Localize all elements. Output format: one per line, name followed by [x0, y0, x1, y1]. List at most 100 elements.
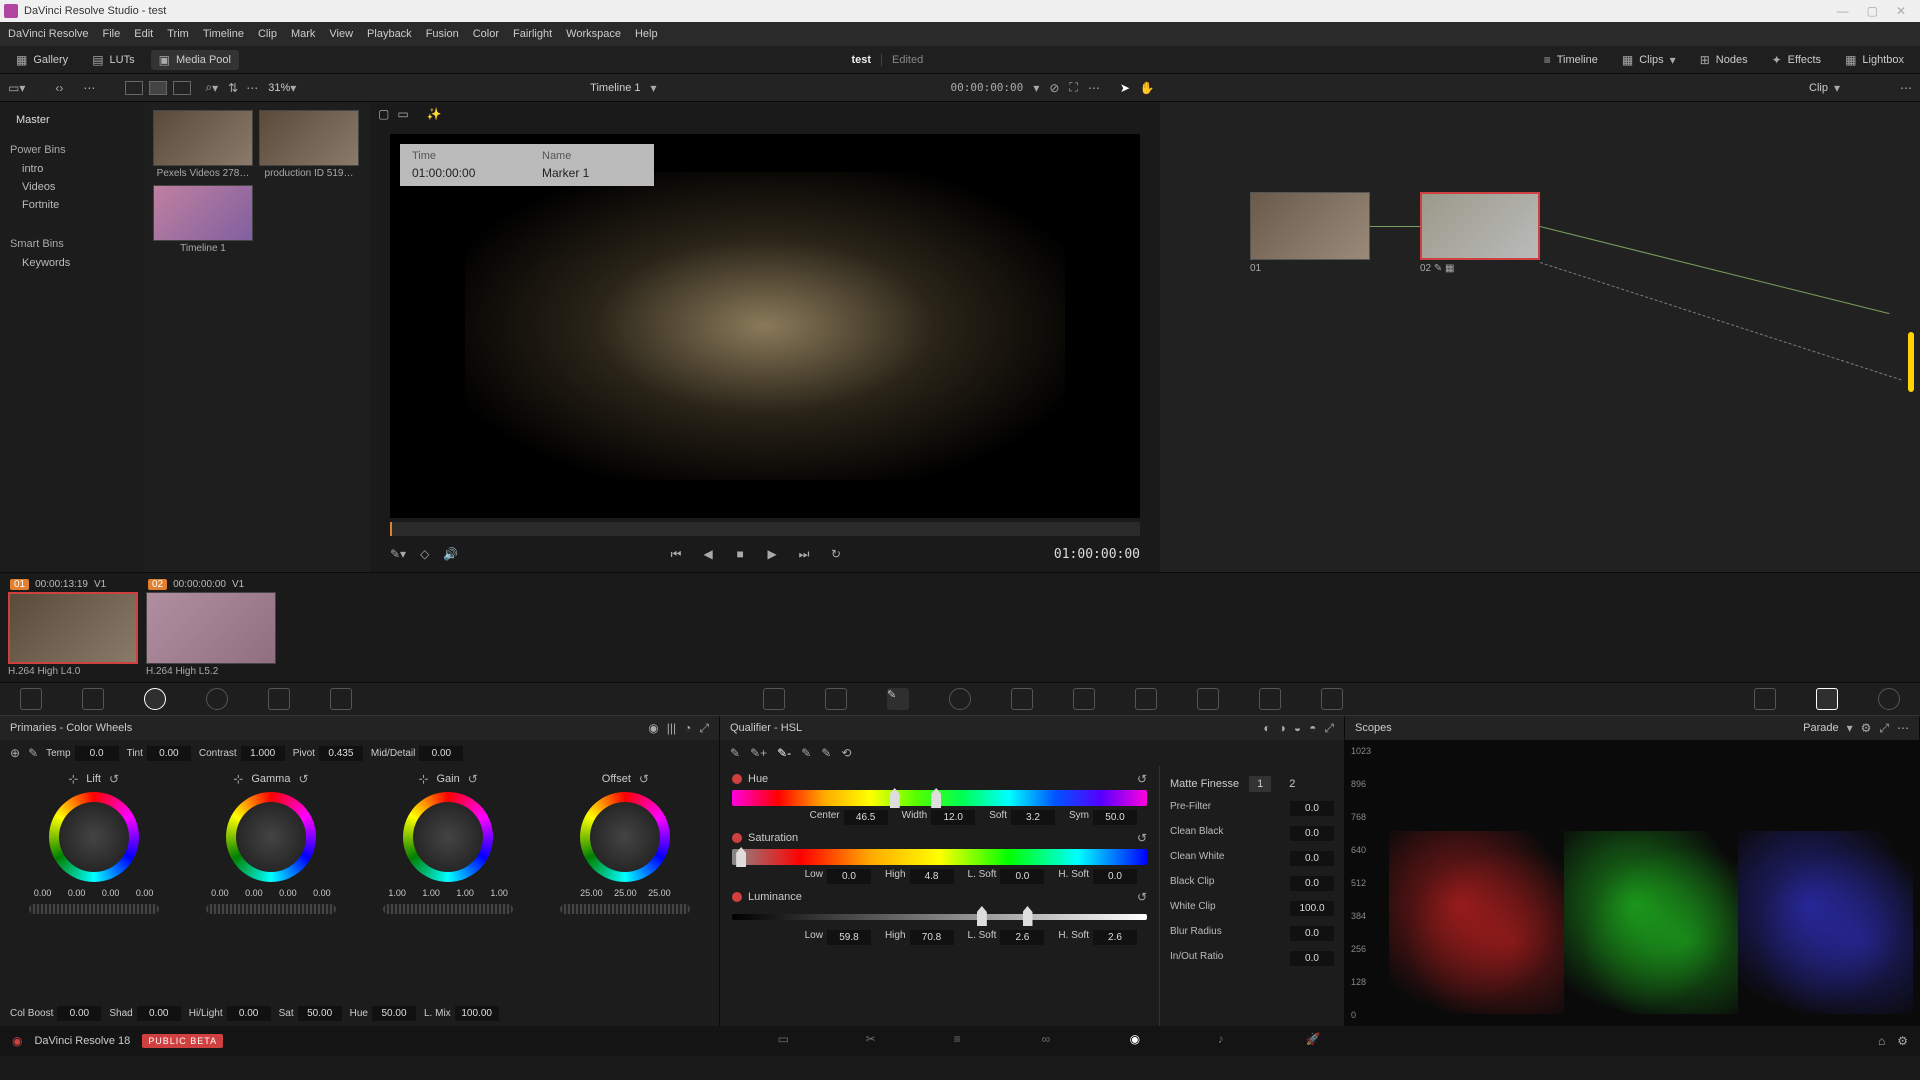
rgb-mixer-icon[interactable] [268, 688, 290, 710]
clip-thumb[interactable]: 0200:00:00:00V1 H.264 High L5.2 [146, 577, 276, 678]
magic-mask-icon[interactable] [1073, 688, 1095, 710]
page-media-icon[interactable]: ▭ [778, 1032, 796, 1050]
chevron-down-icon[interactable]: ▾ [651, 81, 657, 95]
lift-wheel[interactable] [49, 792, 139, 882]
color-wheels-icon[interactable] [144, 688, 166, 710]
expand-icon[interactable]: ⤢ [1324, 721, 1334, 736]
next-button[interactable]: ⏭ [795, 545, 813, 563]
expand-icon[interactable]: ⤢ [1879, 721, 1889, 736]
matte-tab-2[interactable]: 2 [1281, 776, 1303, 792]
log-mode-icon[interactable]: ◔ [684, 721, 691, 735]
menu-file[interactable]: File [103, 28, 121, 40]
cleanblack-value[interactable]: 0.0 [1290, 826, 1334, 841]
chevron-down-icon[interactable]: ▾ [1834, 81, 1840, 95]
menu-clip[interactable]: Clip [258, 28, 277, 40]
scope-settings-icon[interactable]: ⚙ [1861, 721, 1872, 735]
menu-davinci[interactable]: DaVinci Resolve [8, 28, 89, 40]
sat-value[interactable]: 50.00 [298, 1006, 342, 1021]
bin-videos[interactable]: Videos [8, 178, 137, 196]
picker-icon[interactable]: ⊹ [68, 772, 78, 786]
page-fusion-icon[interactable]: ∞ [1042, 1032, 1060, 1050]
sat-toggle[interactable] [732, 833, 742, 843]
bars-mode-icon[interactable]: ||| [667, 721, 676, 735]
hue-center[interactable]: 46.5 [844, 810, 888, 825]
camera-raw-icon[interactable] [20, 688, 42, 710]
temp-value[interactable]: 0.0 [75, 746, 119, 761]
menu-view[interactable]: View [329, 28, 353, 40]
first-frame-button[interactable]: ⏮ [667, 545, 685, 563]
settings-icon[interactable]: ⚙ [1897, 1034, 1908, 1048]
reset-icon[interactable]: ↺ [639, 772, 649, 786]
bin-intro[interactable]: intro [8, 160, 137, 178]
zoom-label[interactable]: 31% [268, 82, 290, 94]
eyedrop-add-icon[interactable]: ✎+ [750, 746, 767, 760]
mini-timeline[interactable] [390, 522, 1140, 536]
lum-toggle[interactable] [732, 892, 742, 902]
clip-selector[interactable]: Clip [1809, 82, 1828, 94]
menu-timeline[interactable]: Timeline [203, 28, 244, 40]
sat-hsoft[interactable]: 0.0 [1093, 869, 1137, 884]
auto-balance-icon[interactable]: ⊕ [10, 746, 20, 760]
warper-icon[interactable] [825, 688, 847, 710]
tint-value[interactable]: 0.00 [147, 746, 191, 761]
search-icon[interactable]: ⌕ [205, 80, 212, 95]
nodes-button[interactable]: ⊞Nodes [1692, 50, 1756, 70]
chevron-down-icon[interactable]: ▾ [212, 81, 218, 95]
contrast-value[interactable]: 1.000 [241, 746, 285, 761]
inout-value[interactable]: 0.0 [1290, 951, 1334, 966]
page-edit-icon[interactable]: ≡ [954, 1032, 972, 1050]
media-thumb[interactable]: Pexels Videos 278… [153, 110, 253, 179]
timeline-button[interactable]: ≡Timeline [1536, 50, 1606, 70]
qualifier-icon[interactable]: ✎ [887, 688, 909, 710]
3d-icon[interactable] [1321, 688, 1343, 710]
lum-icon[interactable]: ◒ [1294, 721, 1301, 735]
wheel-mode-icon[interactable]: ◉ [648, 721, 658, 735]
lum-hsoft[interactable]: 2.6 [1093, 930, 1137, 945]
menu-fairlight[interactable]: Fairlight [513, 28, 552, 40]
menu-help[interactable]: Help [635, 28, 658, 40]
menu-workspace[interactable]: Workspace [566, 28, 621, 40]
timeline-name[interactable]: Timeline 1 [590, 82, 640, 94]
play-button[interactable]: ▶ [763, 545, 781, 563]
lum-lsoft[interactable]: 2.6 [1000, 930, 1044, 945]
gamma-jog[interactable] [206, 904, 336, 914]
page-cut-icon[interactable]: ✂ [866, 1032, 884, 1050]
lum-high[interactable]: 70.8 [910, 930, 954, 945]
more-icon[interactable]: ⋯ [1088, 81, 1100, 95]
scrollbar-thumb[interactable] [1908, 332, 1914, 392]
reset-icon[interactable]: ↺ [109, 772, 119, 786]
gamma-wheel[interactable] [226, 792, 316, 882]
minimize-icon[interactable]: — [1837, 4, 1849, 18]
node-01[interactable]: 01 [1250, 192, 1370, 274]
expand-icon[interactable]: ⤢ [699, 721, 709, 736]
prefilter-value[interactable]: 0.0 [1290, 801, 1334, 816]
luts-button[interactable]: ▤LUTs [84, 50, 142, 70]
node-02[interactable]: 02 ✎ ▦ [1420, 192, 1540, 274]
pick-white-icon[interactable]: ✎ [28, 746, 38, 760]
hsl-icon[interactable]: ◐ [1263, 721, 1270, 735]
hue-width[interactable]: 12.0 [931, 810, 975, 825]
close-icon[interactable]: ✕ [1896, 4, 1906, 18]
hue-value[interactable]: 50.00 [372, 1006, 416, 1021]
mediapool-button[interactable]: ▣Media Pool [151, 50, 239, 70]
clip-thumb[interactable]: 0100:00:13:19V1 H.264 High L4.0 [8, 577, 138, 678]
wand-icon[interactable]: ✨ [427, 107, 442, 121]
sat-high[interactable]: 4.8 [910, 869, 954, 884]
node-graph[interactable]: 01 02 ✎ ▦ [1160, 102, 1920, 572]
gain-wheel[interactable] [403, 792, 493, 882]
menu-edit[interactable]: Edit [134, 28, 153, 40]
scopes-mode[interactable]: Parade [1803, 722, 1838, 734]
page-color-icon[interactable]: ◉ [1130, 1032, 1148, 1050]
view-list-icon[interactable] [173, 81, 191, 95]
nav-fwd-icon[interactable]: › [59, 81, 63, 95]
middetail-value[interactable]: 0.00 [419, 746, 463, 761]
bypass-icon[interactable]: ⊘ [1049, 81, 1059, 95]
sat-gradient[interactable] [732, 849, 1147, 865]
feather-add-icon[interactable]: ✎ [801, 746, 811, 760]
reset-icon[interactable]: ↺ [468, 772, 478, 786]
offset-jog[interactable] [560, 904, 690, 914]
rgb-icon[interactable]: ◑ [1279, 721, 1286, 735]
sat-lsoft[interactable]: 0.0 [1000, 869, 1044, 884]
media-thumb[interactable]: production ID 519… [259, 110, 359, 179]
menu-mark[interactable]: Mark [291, 28, 315, 40]
